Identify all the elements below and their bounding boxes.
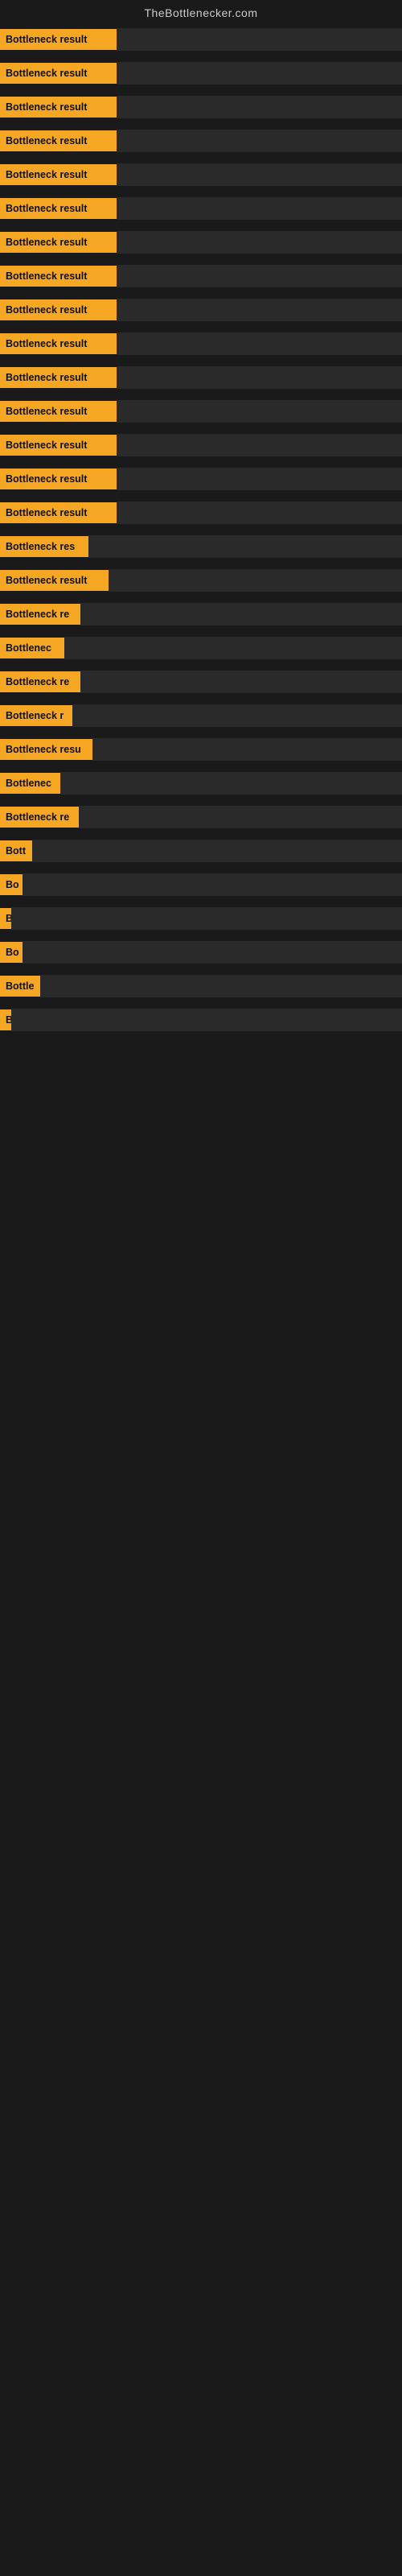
list-item: Bottleneck result bbox=[0, 293, 402, 327]
bar-track bbox=[32, 840, 402, 862]
bottleneck-label[interactable]: Bottle bbox=[0, 976, 40, 997]
list-item: Bottleneck result bbox=[0, 124, 402, 158]
bottleneck-label[interactable]: Bo bbox=[0, 942, 23, 963]
bottleneck-label[interactable]: Bott bbox=[0, 840, 32, 861]
list-item: Bott bbox=[0, 834, 402, 868]
bar-track bbox=[60, 772, 402, 795]
list-item: Bottleneck result bbox=[0, 496, 402, 530]
bottleneck-label[interactable]: Bottleneck result bbox=[0, 266, 117, 287]
list-item: Bottle bbox=[0, 969, 402, 1003]
list-item: Bottleneck result bbox=[0, 428, 402, 462]
bar-track bbox=[117, 96, 402, 118]
bar-track bbox=[117, 163, 402, 186]
bar-track bbox=[23, 941, 402, 964]
list-item: Bottlenec bbox=[0, 631, 402, 665]
bottleneck-label[interactable]: B bbox=[0, 1009, 11, 1030]
list-item: Bo bbox=[0, 935, 402, 969]
list-item: Bottleneck result bbox=[0, 56, 402, 90]
bottleneck-label[interactable]: Bottleneck result bbox=[0, 232, 117, 253]
bar-track bbox=[80, 603, 402, 625]
bottleneck-label[interactable]: Bottleneck result bbox=[0, 164, 117, 185]
bar-track bbox=[117, 468, 402, 490]
bottleneck-label[interactable]: Bottleneck result bbox=[0, 367, 117, 388]
bottleneck-label[interactable]: Bottlenec bbox=[0, 638, 64, 658]
site-title: TheBottlenecker.com bbox=[144, 6, 257, 19]
bar-track bbox=[117, 28, 402, 51]
list-item: Bottleneck result bbox=[0, 259, 402, 293]
bottleneck-label[interactable]: Bottleneck result bbox=[0, 333, 117, 354]
bottleneck-label[interactable]: B bbox=[0, 908, 11, 929]
bar-track bbox=[117, 62, 402, 85]
list-item: Bottleneck result bbox=[0, 564, 402, 597]
list-item: Bottleneck re bbox=[0, 665, 402, 699]
bottleneck-label[interactable]: Bottleneck result bbox=[0, 299, 117, 320]
list-item: Bottleneck result bbox=[0, 90, 402, 124]
bar-track bbox=[40, 975, 402, 997]
bar-track bbox=[117, 400, 402, 423]
bar-track bbox=[117, 434, 402, 456]
bottleneck-label[interactable]: Bottleneck result bbox=[0, 29, 117, 50]
list-item: Bottleneck result bbox=[0, 225, 402, 259]
bar-track bbox=[117, 366, 402, 389]
bar-track bbox=[64, 637, 402, 659]
bottleneck-label[interactable]: Bottleneck r bbox=[0, 705, 72, 726]
bottleneck-label[interactable]: Bottleneck re bbox=[0, 604, 80, 625]
bottleneck-label[interactable]: Bottleneck result bbox=[0, 401, 117, 422]
list-item: Bottleneck res bbox=[0, 530, 402, 564]
list-item: Bottleneck result bbox=[0, 361, 402, 394]
bar-track bbox=[117, 299, 402, 321]
bar-track bbox=[109, 569, 402, 592]
bar-track bbox=[72, 704, 402, 727]
bottleneck-list: Bottleneck result Bottleneck result Bottle… bbox=[0, 23, 402, 1037]
list-item: B bbox=[0, 1003, 402, 1037]
bottleneck-label[interactable]: Bottleneck result bbox=[0, 130, 117, 151]
bottleneck-label[interactable]: Bottleneck re bbox=[0, 807, 79, 828]
bottleneck-label[interactable]: Bottleneck result bbox=[0, 63, 117, 84]
bar-track bbox=[23, 873, 402, 896]
bottleneck-label[interactable]: Bottleneck resu bbox=[0, 739, 92, 760]
bottleneck-label[interactable]: Bottleneck result bbox=[0, 435, 117, 456]
bottleneck-label[interactable]: Bo bbox=[0, 874, 23, 895]
bottleneck-label[interactable]: Bottleneck result bbox=[0, 469, 117, 489]
bar-track bbox=[88, 535, 402, 558]
list-item: Bottleneck result bbox=[0, 394, 402, 428]
list-item: Bottleneck r bbox=[0, 699, 402, 733]
bar-track bbox=[11, 1009, 402, 1031]
bottleneck-label[interactable]: Bottleneck result bbox=[0, 97, 117, 118]
bar-track bbox=[79, 806, 402, 828]
bar-track bbox=[117, 502, 402, 524]
list-item: Bottlenec bbox=[0, 766, 402, 800]
bar-track bbox=[117, 332, 402, 355]
list-item: Bo bbox=[0, 868, 402, 902]
bar-track bbox=[117, 130, 402, 152]
bottleneck-label[interactable]: Bottleneck result bbox=[0, 570, 109, 591]
bottleneck-label[interactable]: Bottlenec bbox=[0, 773, 60, 794]
list-item: B bbox=[0, 902, 402, 935]
bar-track bbox=[117, 197, 402, 220]
list-item: Bottleneck result bbox=[0, 192, 402, 225]
site-header: TheBottlenecker.com bbox=[0, 0, 402, 23]
bottleneck-label[interactable]: Bottleneck res bbox=[0, 536, 88, 557]
list-item: Bottleneck result bbox=[0, 23, 402, 56]
bar-track bbox=[117, 265, 402, 287]
list-item: Bottleneck re bbox=[0, 597, 402, 631]
list-item: Bottleneck resu bbox=[0, 733, 402, 766]
list-item: Bottleneck re bbox=[0, 800, 402, 834]
bottleneck-label[interactable]: Bottleneck re bbox=[0, 671, 80, 692]
bar-track bbox=[11, 907, 402, 930]
bottleneck-label[interactable]: Bottleneck result bbox=[0, 502, 117, 523]
bar-track bbox=[92, 738, 402, 761]
list-item: Bottleneck result bbox=[0, 327, 402, 361]
bar-track bbox=[80, 671, 402, 693]
bottleneck-label[interactable]: Bottleneck result bbox=[0, 198, 117, 219]
list-item: Bottleneck result bbox=[0, 462, 402, 496]
bar-track bbox=[117, 231, 402, 254]
list-item: Bottleneck result bbox=[0, 158, 402, 192]
